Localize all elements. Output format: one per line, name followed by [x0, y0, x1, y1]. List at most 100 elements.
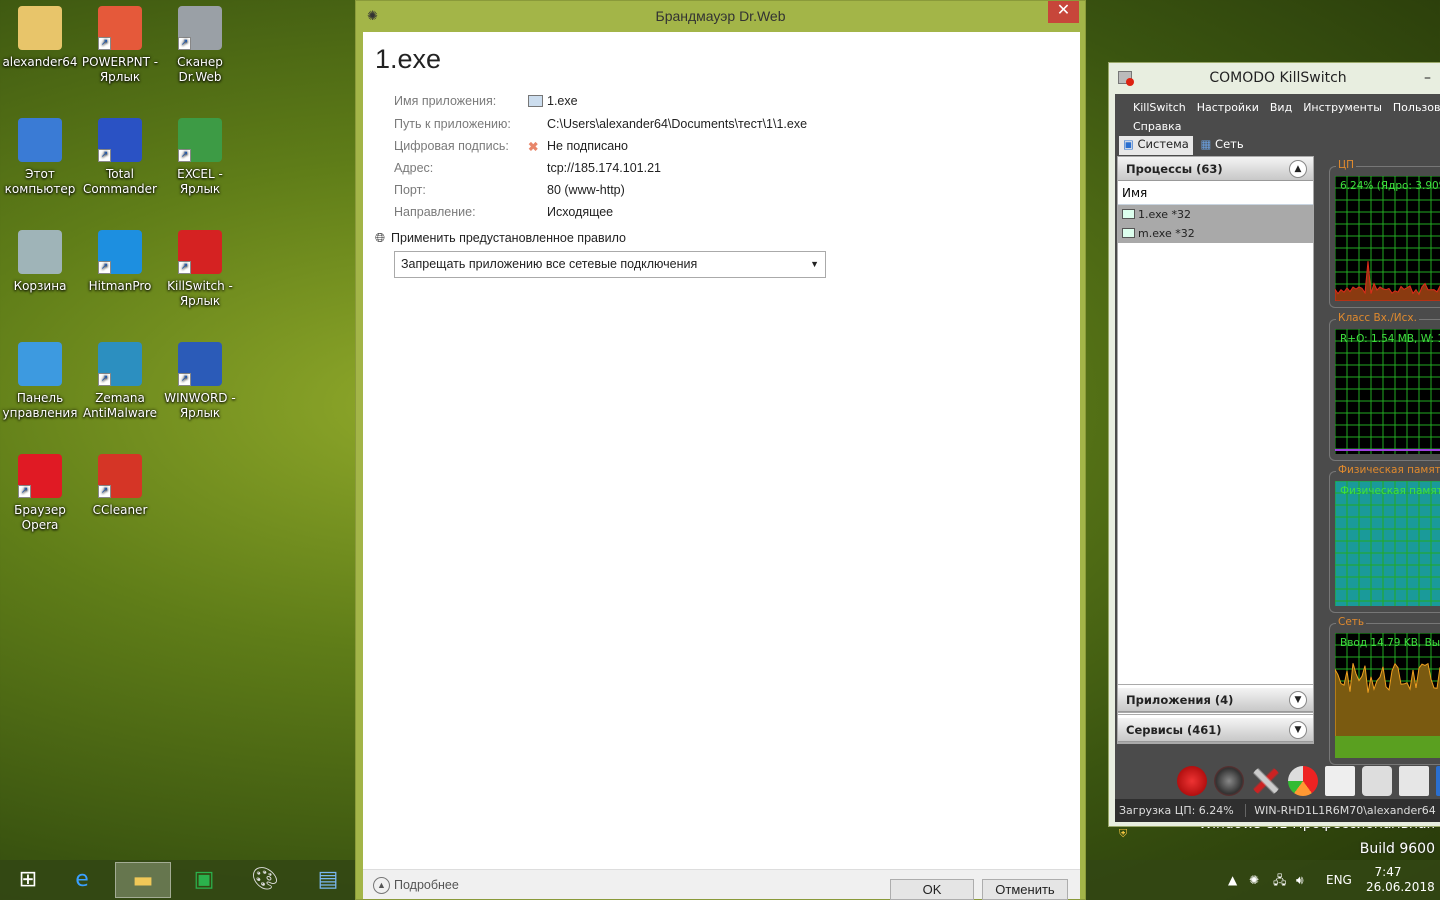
clock[interactable]: 7:47 26.06.2018 [1366, 860, 1435, 900]
column-header-name[interactable]: Имя [1118, 181, 1313, 205]
process-row[interactable]: 1.exe *32 [1118, 205, 1313, 224]
paint-icon[interactable]: 🎨︎ [237, 862, 293, 898]
minimize-button[interactable]: – [1424, 63, 1431, 94]
app-icon: ↗ [98, 230, 142, 274]
desktop-icon[interactable]: ↗ KillSwitch - Ярлык [160, 224, 240, 309]
shortcut-arrow-icon: ↗ [178, 37, 191, 50]
desktop-icon[interactable]: ↗ Zemana AntiMalware [80, 336, 160, 421]
graph-title: Класс Вх./Исх. [1336, 312, 1419, 324]
ok-button[interactable]: OK [890, 879, 974, 900]
shortcut-arrow-icon: ↗ [178, 261, 191, 274]
apply-rule-text: Применить предустановленное правило [391, 231, 626, 245]
desktop-icon[interactable]: ↗ Браузер Opera [0, 448, 80, 533]
field-value: 80 (www-http) [547, 183, 625, 197]
desktop-icon-label: Этот компьютер [4, 167, 76, 196]
window-icon[interactable] [1399, 766, 1429, 796]
desktop-icon-label: Корзина [13, 279, 67, 293]
applications-header-label: Приложения (4) [1126, 693, 1234, 707]
collapse-icon[interactable]: ▲ [1289, 160, 1307, 178]
desktop-icon[interactable]: ↗ HitmanPro [80, 224, 160, 294]
expand-icon[interactable]: ▼ [1289, 721, 1307, 739]
apply-rule-label: 🌐︎ Применить предустановленное правило [375, 231, 626, 246]
desktop-icon[interactable]: ↗ Сканер Dr.Web [160, 0, 240, 85]
gear-icon[interactable] [1214, 766, 1244, 796]
search-window-icon[interactable] [1325, 766, 1355, 796]
cancel-button[interactable]: Отменить [982, 879, 1068, 900]
status-bar: Загрузка ЦП: 6.24% WIN-RHD1L1R6M70\alexa… [1115, 799, 1440, 840]
applications-section[interactable]: Приложения (4) ▼ [1117, 684, 1314, 713]
menu-help[interactable]: Справка [1133, 120, 1181, 133]
network-tray-icon[interactable]: 🖧︎ [1273, 860, 1286, 900]
app-icon: ↗ [98, 118, 142, 162]
control-panel-icon[interactable]: ▤ [300, 862, 356, 898]
menu-killswitch[interactable]: KillSwitch [1133, 101, 1186, 114]
menu-view[interactable]: Вид [1270, 101, 1292, 114]
close-button[interactable]: ✕ [1048, 1, 1079, 23]
desktop-icon[interactable]: alexander64 [0, 0, 80, 70]
rule-dropdown[interactable]: Запрещать приложению все сетевые подключ… [394, 251, 826, 278]
services-section[interactable]: Сервисы (461) ▼ [1117, 714, 1314, 743]
field-value: Не подписано [547, 139, 628, 153]
graph-readout: 6.24% (Ядро: 3.90%, [1340, 180, 1440, 192]
menu-tools[interactable]: Инструменты [1303, 101, 1382, 114]
field-label: Путь к приложению: [394, 117, 511, 131]
window-title: COMODO KillSwitch [1209, 70, 1347, 86]
exe-file-icon [1122, 209, 1135, 219]
start-button[interactable]: ⊞ [0, 862, 56, 898]
monitor-graph-icon[interactable] [1436, 766, 1440, 796]
graph-plot [1335, 633, 1440, 758]
field-value: C:\Users\alexander64\Documents\тест\1\1.… [547, 117, 808, 131]
graph-title: Сеть [1336, 616, 1367, 628]
desktop-icon-label: Сканер Dr.Web [177, 55, 223, 84]
shortcut-arrow-icon: ↗ [98, 485, 111, 498]
desktop-icon[interactable]: ↗ POWERPNT - Ярлык [80, 0, 160, 85]
comodo-icon[interactable] [1177, 766, 1207, 796]
store-icon[interactable]: ▣ [176, 862, 232, 898]
chevron-up-icon: ▲ [373, 877, 390, 894]
volume-icon[interactable]: 🔊︎ [1296, 860, 1304, 900]
tab-network-label: Сеть [1215, 137, 1244, 151]
shortcut-arrow-icon: ↗ [18, 485, 31, 498]
desktop-icon[interactable]: Этот компьютер [0, 112, 80, 197]
tab-network[interactable]: ▦ Сеть [1197, 136, 1248, 155]
desktop-icon-label: Zemana AntiMalware [82, 391, 158, 420]
field-value: tcp://185.174.101.21 [547, 161, 661, 175]
app-icon: ↗ [98, 6, 142, 50]
menu-users[interactable]: Пользоват [1393, 101, 1440, 114]
user-status: WIN-RHD1L1R6M70\alexander64 [1245, 804, 1436, 817]
tab-system[interactable]: ▣ Система [1119, 136, 1193, 155]
details-toggle[interactable]: ▲ Подробнее [373, 877, 459, 894]
desktop-icon[interactable]: ↗ CCleaner [80, 448, 160, 518]
process-row[interactable]: m.exe *32 [1118, 224, 1313, 243]
magnifier-icon[interactable] [1362, 766, 1392, 796]
desktop-icon-label: POWERPNT - Ярлык [81, 55, 159, 84]
desktop-icon-label: WINWORD - Ярлык [164, 391, 236, 420]
details-label: Подробнее [394, 877, 459, 892]
expand-icon[interactable]: ▼ [1289, 691, 1307, 709]
desktop-icon[interactable]: Панель управления [0, 336, 80, 421]
language-indicator[interactable]: ENG [1326, 860, 1352, 900]
desktop-icon[interactable]: ↗ EXCEL - Ярлык [160, 112, 240, 197]
pie-chart-icon[interactable] [1288, 766, 1318, 796]
tools-icon[interactable] [1251, 766, 1281, 796]
killswitch-body: KillSwitch Настройки Вид Инструменты Пользов… [1115, 94, 1440, 840]
field-value: Исходящее [547, 205, 614, 219]
shortcut-arrow-icon: ↗ [98, 37, 111, 50]
process-name: 1.exe *32 [1138, 208, 1192, 221]
drweb-firewall-dialog: ✺ Брандмауэр Dr.Web ✕ 1.exe Имя приложен… [355, 0, 1086, 900]
file-explorer-icon[interactable]: ▬ [115, 862, 171, 898]
show-hidden-icons-button[interactable]: ▲ [1228, 860, 1237, 900]
exe-file-icon [528, 95, 543, 107]
menu-settings[interactable]: Настройки [1197, 101, 1259, 114]
desktop-icon-label: CCleaner [92, 503, 148, 517]
desktop-icon[interactable]: Корзина [0, 224, 80, 294]
app-icon: ↗ [178, 118, 222, 162]
desktop-icon[interactable]: ↗ WINWORD - Ярлык [160, 336, 240, 421]
drweb-tray-icon[interactable]: ✺ [1249, 860, 1259, 900]
desktop-icon[interactable]: ↗ Total Commander [80, 112, 160, 197]
graph-plot [1335, 481, 1440, 606]
internet-explorer-icon[interactable]: e [54, 862, 110, 898]
killswitch-app-icon [1118, 71, 1134, 86]
date: 26.06.2018 [1366, 880, 1435, 894]
processes-section-header[interactable]: Процессы (63) ▲ [1118, 157, 1313, 181]
